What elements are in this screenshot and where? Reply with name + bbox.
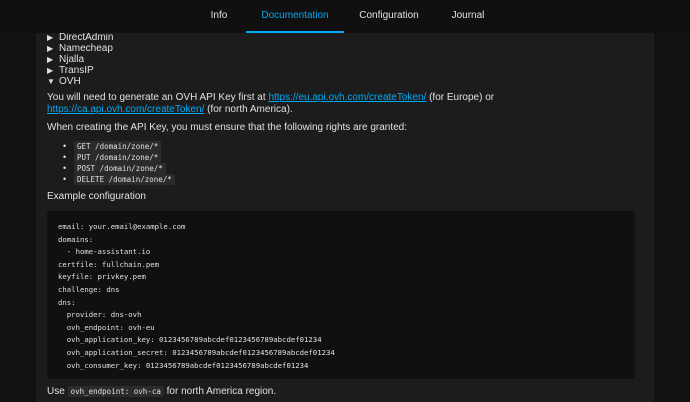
list-item: DELETE /domain/zone/* (63, 174, 175, 185)
code-content: email: your.email@example.com domains: -… (58, 222, 335, 370)
provider-directadmin[interactable]: ▶ DirectAdmin (47, 33, 113, 43)
top-navigation-bar: Info Documentation Configuration Journal (0, 0, 690, 33)
rights-list: GET /domain/zone/* PUT /domain/zone/* PO… (63, 141, 175, 185)
provider-ovh[interactable]: ▼ OVH (47, 76, 113, 87)
ovh-intro-text: You will need to generate an OVH API Key… (47, 92, 495, 115)
rights-intro-text: When creating the API Key, you must ensu… (47, 122, 408, 133)
provider-transip[interactable]: ▶ TransIP (47, 65, 113, 76)
provider-list: ▶ DirectAdmin ▶ Namecheap ▶ Njalla ▶ TransIP… (47, 33, 113, 87)
example-config-code-block: email: your.email@example.com domains: -… (47, 211, 635, 379)
example-config-heading: Example configuration (47, 191, 146, 202)
tab-journal[interactable]: Journal (436, 0, 500, 33)
tab-bar: Info Documentation Configuration Journal (0, 0, 690, 33)
inline-code-endpoint: ovh_endpoint: ovh-ca (67, 386, 164, 397)
north-america-note: Use ovh_endpoint: ovh-ca for north Ameri… (47, 386, 277, 397)
link-eu-create-token[interactable]: https://eu.api.ovh.com/createToken/ (268, 92, 426, 103)
triangle-right-icon: ▶ (47, 66, 54, 75)
documentation-card: ▶ DirectAdmin ▶ Namecheap ▶ Njalla ▶ TransIP… (36, 33, 654, 402)
link-ca-create-token[interactable]: https://ca.api.ovh.com/createToken/ (47, 104, 204, 115)
triangle-down-icon: ▼ (47, 77, 55, 86)
list-item: PUT /domain/zone/* (63, 152, 175, 163)
tab-info[interactable]: Info (193, 0, 245, 33)
triangle-right-icon: ▶ (47, 33, 54, 42)
provider-njalla[interactable]: ▶ Njalla (47, 54, 113, 65)
tab-documentation[interactable]: Documentation (246, 0, 344, 33)
triangle-right-icon: ▶ (47, 44, 54, 53)
triangle-right-icon: ▶ (47, 55, 54, 64)
tab-configuration[interactable]: Configuration (344, 0, 434, 33)
list-item: POST /domain/zone/* (63, 163, 175, 174)
provider-namecheap[interactable]: ▶ Namecheap (47, 43, 113, 54)
list-item: GET /domain/zone/* (63, 141, 175, 152)
